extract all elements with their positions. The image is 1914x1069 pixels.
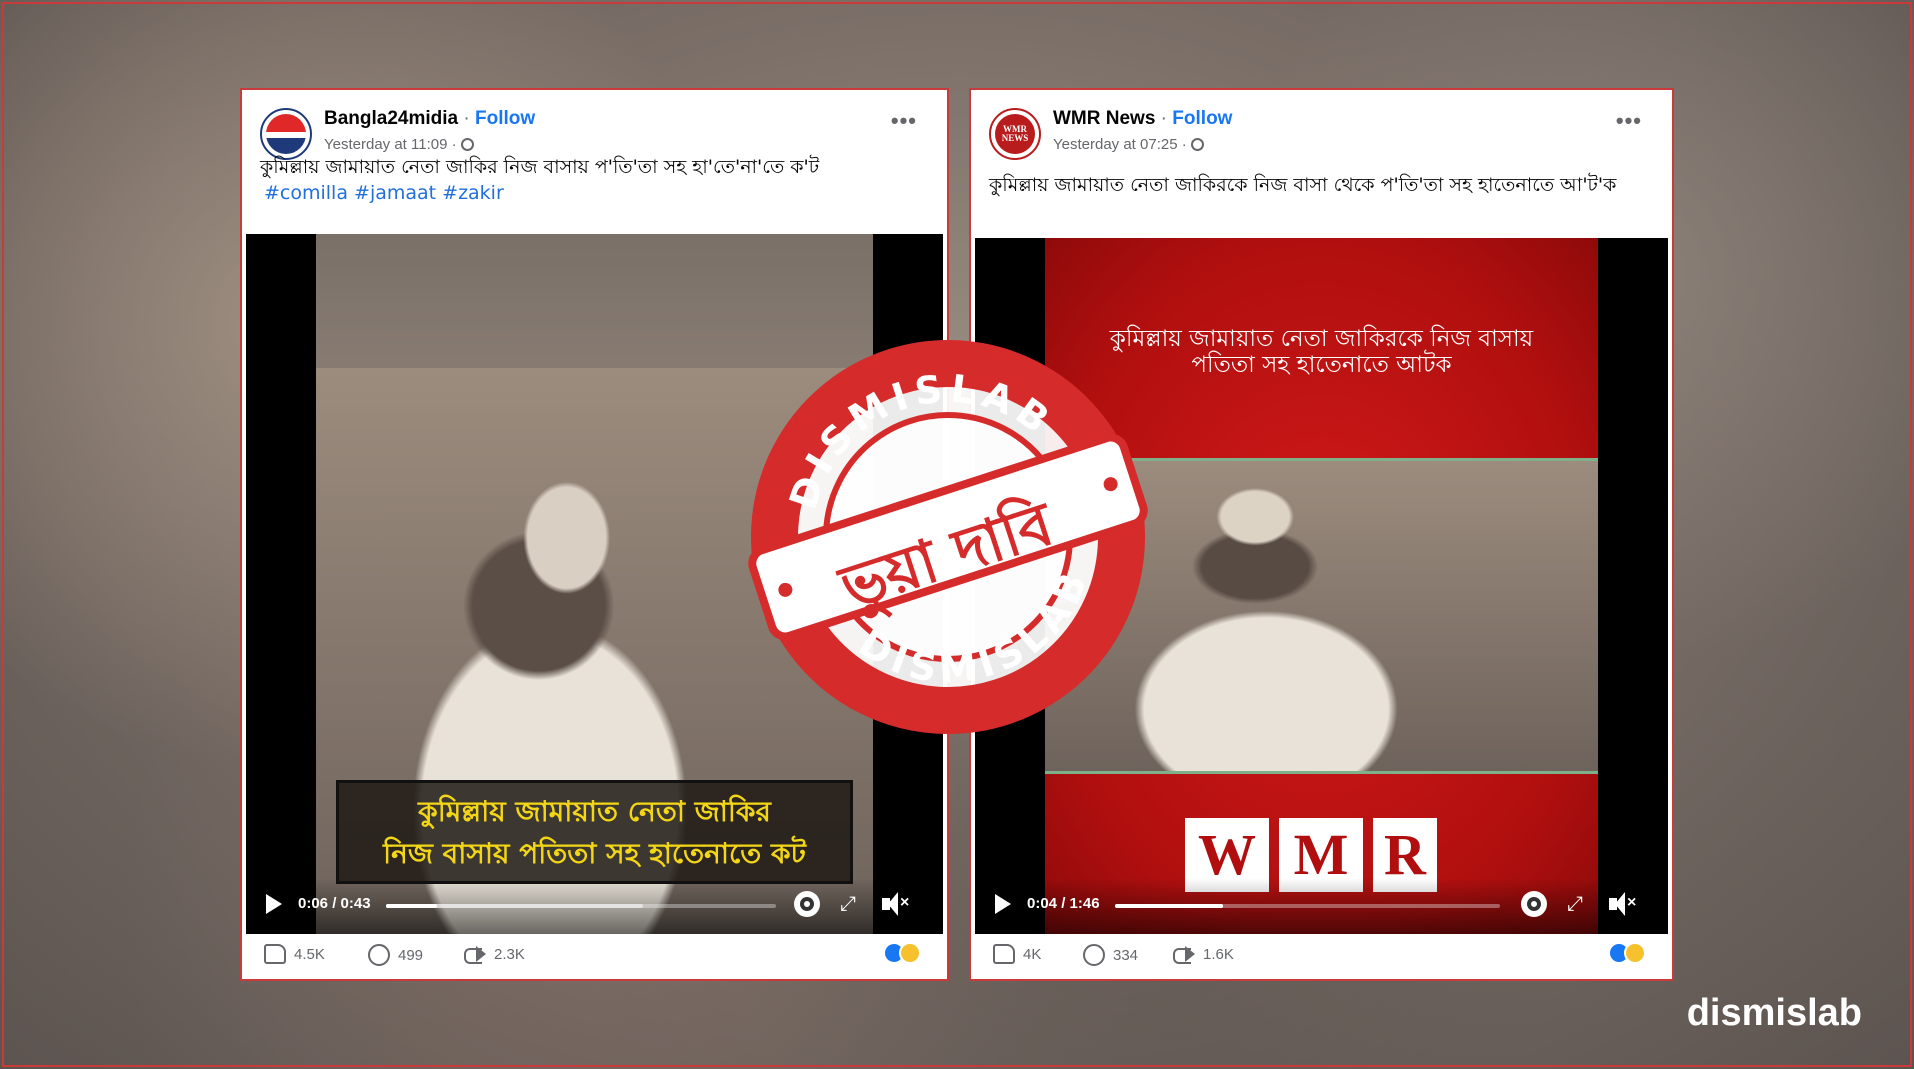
post-timestamp[interactable]: Yesterday at 11:09 · bbox=[324, 136, 474, 153]
post-footer: 4.5K 499 2.3K bbox=[242, 930, 947, 979]
post-header: WMR NEWS WMR News · Follow Yesterday at … bbox=[971, 90, 1672, 162]
like-icon bbox=[993, 944, 1015, 964]
gear-icon[interactable] bbox=[1521, 891, 1547, 917]
expand-icon[interactable]: ⤢ bbox=[1567, 894, 1587, 914]
mute-icon[interactable]: × bbox=[1609, 892, 1636, 916]
post-text: কুমিল্লায় জামায়াত নেতা জাকিরকে নিজ বাস… bbox=[989, 174, 1617, 196]
more-options-button[interactable]: ••• bbox=[1616, 108, 1642, 134]
page-name-link[interactable]: Bangla24midia bbox=[324, 108, 458, 129]
page-avatar[interactable] bbox=[260, 108, 312, 160]
dismislab-logo: dismislab bbox=[1686, 992, 1862, 1034]
expand-icon[interactable]: ⤢ bbox=[840, 894, 860, 914]
post-header: Bangla24midia · Follow Yesterday at 11:0… bbox=[242, 90, 947, 162]
play-icon[interactable] bbox=[266, 894, 282, 914]
more-options-button[interactable]: ••• bbox=[891, 108, 917, 134]
like-button[interactable]: 4K bbox=[993, 944, 1041, 964]
comment-button[interactable]: 334 bbox=[1083, 944, 1138, 966]
video-caption: কুমিল্লায় জামায়াত নেতা জাকির নিজ বাসায… bbox=[336, 780, 853, 884]
post-footer: 4K 334 1.6K bbox=[971, 930, 1672, 979]
video-time: 0:06 / 0:43 bbox=[298, 895, 371, 912]
comment-icon bbox=[1083, 944, 1105, 966]
haha-reaction-icon bbox=[1624, 942, 1646, 964]
hashtags[interactable]: #comilla #jamaat #zakir bbox=[260, 180, 929, 206]
share-button[interactable]: 1.6K bbox=[1171, 944, 1234, 964]
mute-icon[interactable]: × bbox=[882, 892, 909, 916]
fake-claim-stamp: DISMISLAB DISMISLAB ভুয়া দাবি bbox=[743, 329, 1153, 742]
globe-icon bbox=[460, 138, 474, 151]
reactions[interactable] bbox=[883, 942, 927, 966]
share-icon bbox=[462, 944, 486, 964]
post-timestamp[interactable]: Yesterday at 07:25 · bbox=[1053, 136, 1204, 153]
share-icon bbox=[1171, 944, 1195, 964]
haha-reaction-icon bbox=[899, 942, 921, 964]
page-name-line: WMR News · Follow bbox=[1053, 108, 1233, 129]
post-text: কুমিল্লায় জামায়াত নেতা জাকির নিজ বাসায… bbox=[260, 154, 929, 206]
video-controls: 0:06 / 0:43 ⤢ × bbox=[246, 878, 943, 934]
like-button[interactable]: 4.5K bbox=[264, 944, 325, 964]
gear-icon[interactable] bbox=[794, 891, 820, 917]
globe-icon bbox=[1190, 138, 1204, 151]
video-time: 0:04 / 1:46 bbox=[1027, 895, 1100, 912]
video-progress-bar[interactable] bbox=[1115, 904, 1500, 908]
comment-button[interactable]: 499 bbox=[368, 944, 423, 966]
comment-icon bbox=[368, 944, 390, 966]
like-icon bbox=[264, 944, 286, 964]
progress-fill bbox=[1115, 904, 1223, 908]
page-name-line: Bangla24midia · Follow bbox=[324, 108, 536, 129]
share-button[interactable]: 2.3K bbox=[462, 944, 525, 964]
follow-button[interactable]: Follow bbox=[475, 108, 535, 129]
page-avatar[interactable]: WMR NEWS bbox=[989, 108, 1041, 160]
page-name-link[interactable]: WMR News bbox=[1053, 108, 1155, 129]
play-icon[interactable] bbox=[995, 894, 1011, 914]
follow-button[interactable]: Follow bbox=[1172, 108, 1232, 129]
reactions[interactable] bbox=[1608, 942, 1652, 966]
video-controls: 0:04 / 1:46 ⤢ × bbox=[975, 878, 1668, 934]
video-progress-bar[interactable] bbox=[386, 904, 776, 908]
progress-fill bbox=[386, 904, 437, 908]
